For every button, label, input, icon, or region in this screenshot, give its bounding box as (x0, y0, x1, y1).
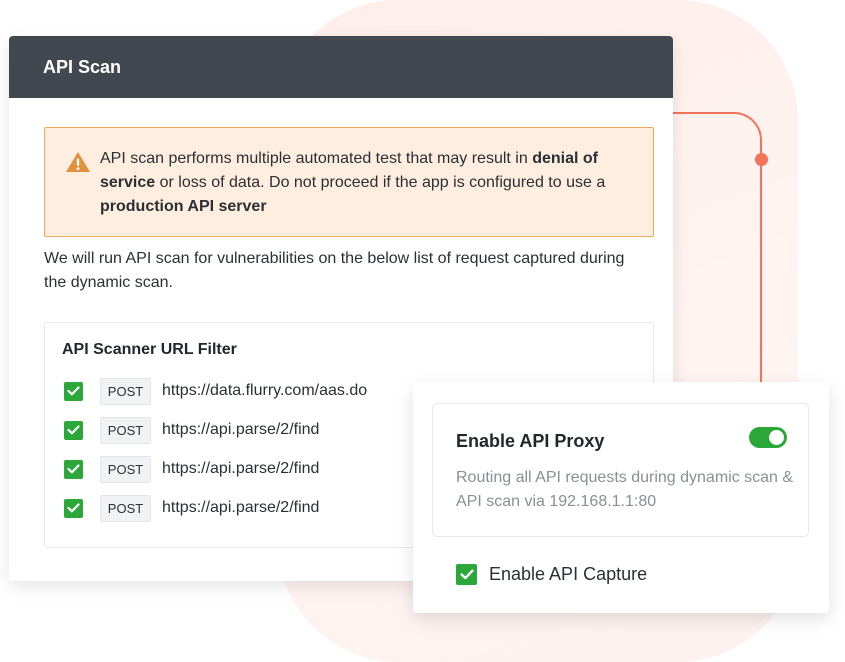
url-checkbox[interactable] (64, 498, 83, 518)
method-badge: POST (100, 377, 151, 405)
url-filter-row: POST https://api.parse/2/find (64, 455, 319, 483)
checkmark-icon (67, 386, 80, 396)
api-scan-title: API Scan (43, 56, 122, 77)
url-filter-row: POST https://api.parse/2/find (64, 416, 319, 444)
url-filter-title: API Scanner URL Filter (62, 341, 237, 358)
request-url: https://api.parse/2/find (162, 499, 320, 516)
api-capture-row: Enable API Capture (456, 564, 647, 585)
url-checkbox[interactable] (64, 459, 83, 479)
toggle-knob (769, 430, 784, 445)
api-proxy-description: Routing all API requests during dynamic … (456, 469, 794, 510)
url-filter-row: POST https://data.flurry.com/aas.do (64, 377, 367, 405)
api-proxy-toggle[interactable] (749, 427, 787, 448)
api-capture-checkbox[interactable] (456, 564, 477, 585)
warning-bold-production: production API server (100, 198, 267, 215)
intro-text: We will run API scan for vulnerabilities… (44, 250, 625, 291)
checkmark-icon (67, 425, 80, 435)
api-proxy-card: Enable API Proxy Routing all API request… (413, 382, 829, 613)
warning-text-part: or loss of data. Do not proceed if the a… (155, 174, 606, 191)
method-badge: POST (100, 494, 151, 522)
checkmark-icon (67, 503, 80, 513)
api-capture-label: Enable API Capture (489, 564, 648, 584)
warning-text-part: API scan performs multiple automated tes… (100, 150, 533, 167)
checkmark-icon (67, 464, 80, 474)
warning-banner: API scan performs multiple automated tes… (44, 127, 654, 237)
method-badge: POST (100, 416, 151, 444)
api-scan-header: API Scan (9, 36, 673, 98)
connector-dot (755, 153, 768, 166)
url-checkbox[interactable] (64, 420, 83, 440)
api-proxy-panel: Enable API Proxy Routing all API request… (432, 403, 809, 537)
warning-text: API scan performs multiple automated tes… (100, 147, 640, 219)
request-url: https://api.parse/2/find (162, 460, 320, 477)
url-checkbox[interactable] (64, 381, 83, 401)
api-proxy-title: Enable API Proxy (456, 431, 605, 451)
method-badge: POST (100, 455, 151, 483)
warning-triangle-icon (66, 152, 90, 172)
request-url: https://data.flurry.com/aas.do (162, 382, 368, 399)
checkmark-icon (459, 569, 474, 580)
connector-line (672, 112, 762, 382)
url-filter-row: POST https://api.parse/2/find (64, 494, 319, 522)
request-url: https://api.parse/2/find (162, 421, 320, 438)
